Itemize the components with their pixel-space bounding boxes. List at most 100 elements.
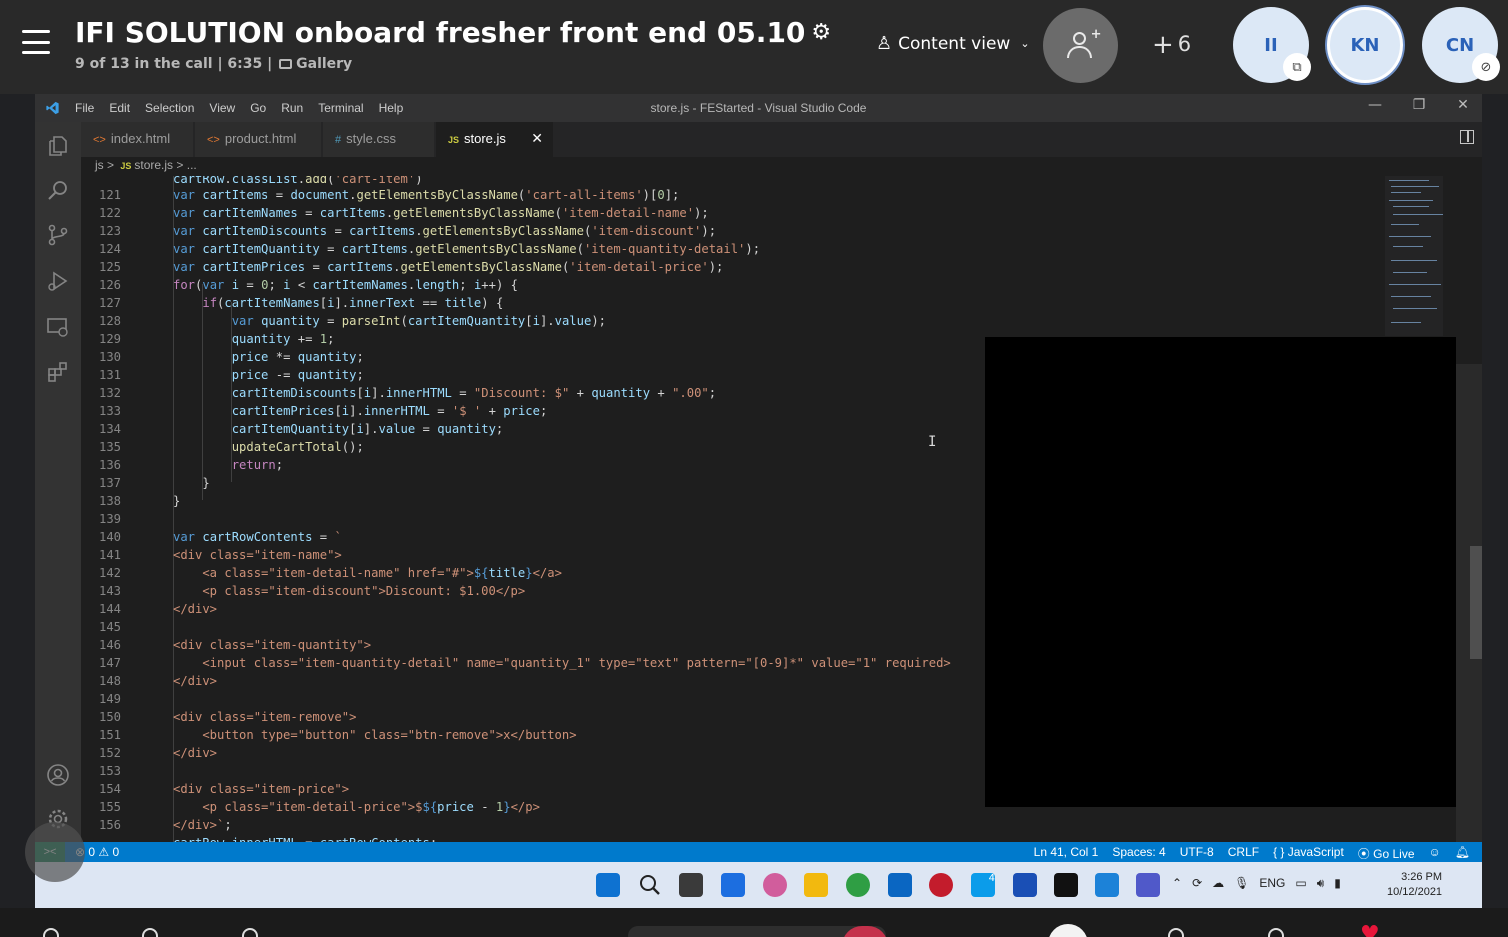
- minimize-icon[interactable]: —: [1368, 97, 1382, 113]
- breadcrumb: js > JS store.js > ...: [95, 158, 197, 172]
- tab-label: product.html: [224, 131, 297, 146]
- breadcrumb-folder[interactable]: js: [95, 158, 104, 172]
- word-icon[interactable]: [1013, 873, 1037, 897]
- tab-index-html[interactable]: <> index.html: [81, 122, 194, 157]
- source-control-icon[interactable]: [46, 223, 70, 247]
- tab-product-html[interactable]: <> product.html: [195, 122, 322, 157]
- restore-icon[interactable]: ❐: [1412, 97, 1426, 113]
- start-windows-icon[interactable]: [596, 873, 620, 897]
- paint-app-icon[interactable]: [763, 873, 787, 897]
- search-icon[interactable]: [638, 873, 662, 897]
- code-line: 156 </div>`;: [98, 818, 232, 832]
- widgets-icon[interactable]: [721, 873, 745, 897]
- split-editor-icon[interactable]: [1460, 130, 1474, 144]
- minimap[interactable]: [1385, 176, 1443, 336]
- menu-run[interactable]: Run: [281, 101, 303, 115]
- encoding-setting[interactable]: UTF-8: [1180, 845, 1214, 862]
- skype-icon[interactable]: 4: [971, 873, 995, 897]
- popout-icon: ⧉: [1283, 53, 1311, 81]
- mail-icon[interactable]: [888, 873, 912, 897]
- sync-icon[interactable]: ⟳: [1192, 876, 1202, 891]
- cursor-position[interactable]: Ln 41, Col 1: [1034, 845, 1099, 862]
- code-line: 130 price *= quantity;: [98, 350, 364, 364]
- tab-label: style.css: [346, 131, 396, 146]
- reaction-icon[interactable]: [142, 928, 158, 937]
- go-live-button[interactable]: ⦿ Go Live: [1358, 845, 1415, 862]
- tab-close-icon[interactable]: ✕: [531, 130, 543, 147]
- tab-style-css[interactable]: # style.css: [323, 122, 435, 157]
- heart-reaction-icon[interactable]: ♥: [1360, 922, 1380, 937]
- chevron-up-icon[interactable]: ⌃: [1172, 876, 1182, 891]
- code-line: 149: [98, 692, 121, 706]
- code-line: 137 }: [98, 476, 210, 490]
- more-participants-button[interactable]: +6: [1152, 30, 1191, 60]
- breadcrumb-file[interactable]: store.js: [134, 158, 173, 172]
- code-line: 142 <a class="item-detail-name" href="#"…: [98, 566, 562, 580]
- code-line: 143 <p class="item-discount">Discount: $…: [98, 584, 526, 598]
- gallery-label[interactable]: Gallery: [296, 56, 352, 72]
- html-file-icon: <>: [207, 134, 220, 146]
- code-line: 123 var cartItemDiscounts = cartItems.get…: [98, 224, 717, 238]
- menu-file[interactable]: File: [75, 101, 94, 115]
- chat-button[interactable]: [1048, 924, 1088, 937]
- content-view-dropdown[interactable]: ♙ Content view ⌄: [876, 33, 1030, 54]
- menu-selection[interactable]: Selection: [145, 101, 194, 115]
- taskbar-clock[interactable]: 3:26 PM 10/12/2021: [1387, 870, 1442, 900]
- menu-terminal[interactable]: Terminal: [318, 101, 363, 115]
- explorer-icon[interactable]: [46, 134, 70, 158]
- tab-store-js[interactable]: JS store.js ✕: [436, 122, 554, 157]
- task-view-icon[interactable]: [679, 873, 703, 897]
- run-debug-icon[interactable]: [46, 269, 70, 293]
- vscode-taskbar-icon[interactable]: [1095, 873, 1119, 897]
- code-line: 127 if(cartItemNames[i].innerText == tit…: [98, 296, 504, 310]
- editor-tabs: <> index.html <> product.html # style.css J…: [81, 122, 1482, 157]
- meeting-subtitle: 9 of 13 in the call | 6:35 | Gallery: [75, 56, 352, 72]
- go-live-label: Go Live: [1373, 847, 1415, 861]
- code-line: 153: [98, 764, 121, 778]
- battery-icon[interactable]: ▮: [1334, 876, 1341, 891]
- code-line: 136 return;: [98, 458, 284, 472]
- share-icon[interactable]: [43, 928, 59, 937]
- intellij-icon[interactable]: [1054, 873, 1078, 897]
- eol-setting[interactable]: CRLF: [1228, 845, 1259, 862]
- cherry-app-icon[interactable]: [929, 873, 953, 897]
- volume-icon[interactable]: 🔊︎: [1317, 876, 1325, 891]
- extensions-icon[interactable]: [46, 360, 70, 384]
- breadcrumb-symbol[interactable]: ...: [187, 158, 197, 172]
- scrollbar-thumb[interactable]: [1470, 546, 1482, 659]
- chrome-icon[interactable]: [846, 873, 870, 897]
- more-options-icon[interactable]: [1168, 928, 1184, 937]
- participant-avatar[interactable]: II ⧉: [1233, 7, 1311, 83]
- code-line: 140 var cartRowContents = `: [98, 530, 342, 544]
- menu-edit[interactable]: Edit: [109, 101, 130, 115]
- file-explorer-icon[interactable]: [804, 873, 828, 897]
- language-mode[interactable]: { } JavaScript: [1273, 845, 1344, 862]
- onedrive-cloud-icon[interactable]: ☁: [1212, 876, 1224, 891]
- search-icon[interactable]: [46, 178, 70, 202]
- warning-count: 0: [112, 845, 120, 859]
- participant-avatar[interactable]: CN ⊘: [1422, 7, 1500, 83]
- participants-icon[interactable]: [242, 928, 258, 937]
- menu-go[interactable]: Go: [250, 101, 266, 115]
- add-people-button[interactable]: +: [1043, 8, 1118, 83]
- feedback-icon[interactable]: ☺: [1429, 845, 1441, 862]
- js-file-icon: JS: [448, 135, 460, 145]
- teams-icon[interactable]: [1136, 873, 1160, 897]
- settings-gear-icon[interactable]: ⚙: [811, 20, 831, 45]
- display-icon[interactable]: ▭: [1295, 876, 1306, 891]
- close-icon[interactable]: ✕: [1456, 97, 1470, 113]
- participant-avatar[interactable]: KN: [1327, 7, 1403, 83]
- floating-self-view[interactable]: [25, 822, 85, 882]
- code-line: cartRow.innerHTML = cartRowContents;: [81, 834, 1081, 842]
- menu-view[interactable]: View: [209, 101, 235, 115]
- avatar-initials: CN: [1445, 34, 1475, 56]
- input-language[interactable]: ENG: [1259, 876, 1285, 891]
- menu-hamburger-icon[interactable]: [22, 30, 50, 54]
- notifications-bell-icon[interactable]: 🔔︎: [1455, 845, 1470, 862]
- microphone-icon[interactable]: 🎙︎: [1234, 876, 1249, 891]
- remote-explorer-icon[interactable]: [46, 315, 70, 339]
- indentation-setting[interactable]: Spaces: 4: [1112, 845, 1165, 862]
- raise-hand-icon[interactable]: [1268, 928, 1284, 937]
- account-icon[interactable]: [46, 763, 70, 787]
- menu-help[interactable]: Help: [379, 101, 404, 115]
